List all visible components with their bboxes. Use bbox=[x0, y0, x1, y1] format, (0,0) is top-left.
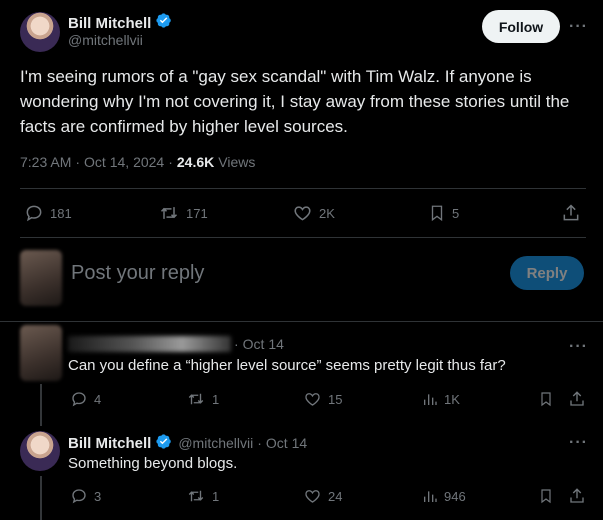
share-icon bbox=[568, 390, 586, 408]
repost-count: 171 bbox=[186, 205, 208, 221]
reply-author-name[interactable]: Bill Mitchell bbox=[68, 435, 151, 452]
reply-count: 3 bbox=[94, 488, 102, 504]
heart-icon bbox=[292, 203, 313, 223]
post-time[interactable]: 7:23 AM bbox=[20, 154, 71, 170]
author-handle[interactable]: @mitchellvii bbox=[68, 32, 143, 48]
views-label: Views bbox=[218, 154, 256, 170]
repost-action[interactable]: 171 bbox=[158, 203, 208, 223]
like-count: 24 bbox=[328, 488, 343, 504]
reply-text: Something beyond blogs. bbox=[68, 455, 238, 472]
share-icon bbox=[561, 203, 581, 223]
divider bbox=[20, 237, 586, 238]
views-action[interactable]: 1K bbox=[422, 390, 460, 408]
views-action[interactable]: 946 bbox=[422, 487, 466, 505]
verified-badge-icon bbox=[155, 12, 172, 34]
bookmark-icon bbox=[538, 487, 554, 505]
reply-header: Bill Mitchell @mitchellvii · Oct 14 bbox=[68, 433, 307, 453]
meta-separator: · bbox=[168, 154, 173, 170]
like-count: 15 bbox=[328, 391, 343, 407]
reply-action[interactable]: 3 bbox=[70, 487, 101, 505]
repost-count: 1 bbox=[212, 488, 220, 504]
heart-icon bbox=[303, 390, 322, 408]
share-icon bbox=[568, 487, 586, 505]
author-name[interactable]: Bill Mitchell bbox=[68, 15, 151, 32]
reply-action[interactable]: 181 bbox=[24, 203, 72, 223]
reply-action[interactable]: 4 bbox=[70, 390, 101, 408]
views-count: 24.6K bbox=[176, 154, 215, 170]
repost-icon bbox=[158, 203, 180, 223]
repost-icon bbox=[186, 487, 206, 505]
reply-text: Can you define a “higher level source” s… bbox=[68, 357, 506, 374]
like-action[interactable]: 2K bbox=[292, 203, 335, 223]
post-meta: 7:23 AM · Oct 14, 2024 · 24.6K Views bbox=[20, 154, 255, 170]
follow-button[interactable]: Follow bbox=[482, 10, 560, 43]
thread-line bbox=[40, 384, 42, 426]
share-action[interactable] bbox=[568, 487, 586, 505]
more-options-icon[interactable]: ··· bbox=[569, 434, 588, 452]
post-date[interactable]: Oct 14, 2024 bbox=[84, 154, 164, 170]
meta-separator: · bbox=[75, 154, 81, 170]
share-action[interactable] bbox=[568, 390, 586, 408]
current-user-avatar[interactable] bbox=[20, 250, 62, 306]
reply-icon bbox=[70, 390, 88, 408]
analytics-icon bbox=[422, 487, 438, 505]
reply-icon bbox=[24, 203, 44, 223]
reply-date[interactable]: Oct 14 bbox=[243, 336, 284, 352]
meta-separator: · bbox=[234, 336, 239, 352]
share-action[interactable] bbox=[561, 203, 581, 223]
like-action[interactable]: 15 bbox=[303, 390, 342, 408]
like-count: 2K bbox=[319, 205, 335, 221]
like-action[interactable]: 24 bbox=[303, 487, 342, 505]
repost-action[interactable]: 1 bbox=[186, 487, 219, 505]
verified-badge-icon bbox=[155, 433, 172, 453]
reply-avatar[interactable] bbox=[20, 325, 62, 381]
reply-author-handle[interactable]: @mitchellvii bbox=[178, 435, 253, 451]
bookmark-action[interactable] bbox=[538, 487, 554, 505]
reply-input[interactable]: Post your reply bbox=[71, 262, 204, 285]
post-text: I'm seeing rumors of a "gay sex scandal"… bbox=[20, 67, 570, 136]
bookmark-count: 5 bbox=[452, 205, 460, 221]
repost-icon bbox=[186, 390, 206, 408]
reply-date[interactable]: Oct 14 bbox=[266, 435, 307, 451]
meta-separator: · bbox=[257, 435, 262, 451]
bookmark-action[interactable] bbox=[538, 390, 554, 408]
repost-count: 1 bbox=[212, 391, 220, 407]
divider bbox=[0, 321, 603, 322]
heart-icon bbox=[303, 487, 322, 505]
author-name-row[interactable]: Bill Mitchell bbox=[68, 12, 172, 34]
reply-icon bbox=[70, 487, 88, 505]
more-options-icon[interactable]: ··· bbox=[569, 18, 588, 36]
more-options-icon[interactable]: ··· bbox=[569, 338, 588, 356]
reply-button[interactable]: Reply bbox=[510, 256, 584, 290]
author-avatar[interactable] bbox=[20, 12, 60, 52]
thread-line bbox=[40, 476, 42, 520]
divider bbox=[20, 188, 586, 189]
reply-author-avatar[interactable] bbox=[20, 431, 60, 471]
views-count: 946 bbox=[444, 488, 466, 504]
bookmark-icon bbox=[428, 203, 446, 223]
reply-count: 181 bbox=[50, 205, 72, 221]
bookmark-icon bbox=[538, 390, 554, 408]
bookmark-action[interactable]: 5 bbox=[428, 203, 459, 223]
reply-count: 4 bbox=[94, 391, 102, 407]
redacted-author-name bbox=[68, 336, 231, 352]
reply-meta: · Oct 14 bbox=[234, 336, 284, 352]
analytics-icon bbox=[422, 390, 438, 408]
repost-action[interactable]: 1 bbox=[186, 390, 219, 408]
views-count: 1K bbox=[444, 391, 460, 407]
